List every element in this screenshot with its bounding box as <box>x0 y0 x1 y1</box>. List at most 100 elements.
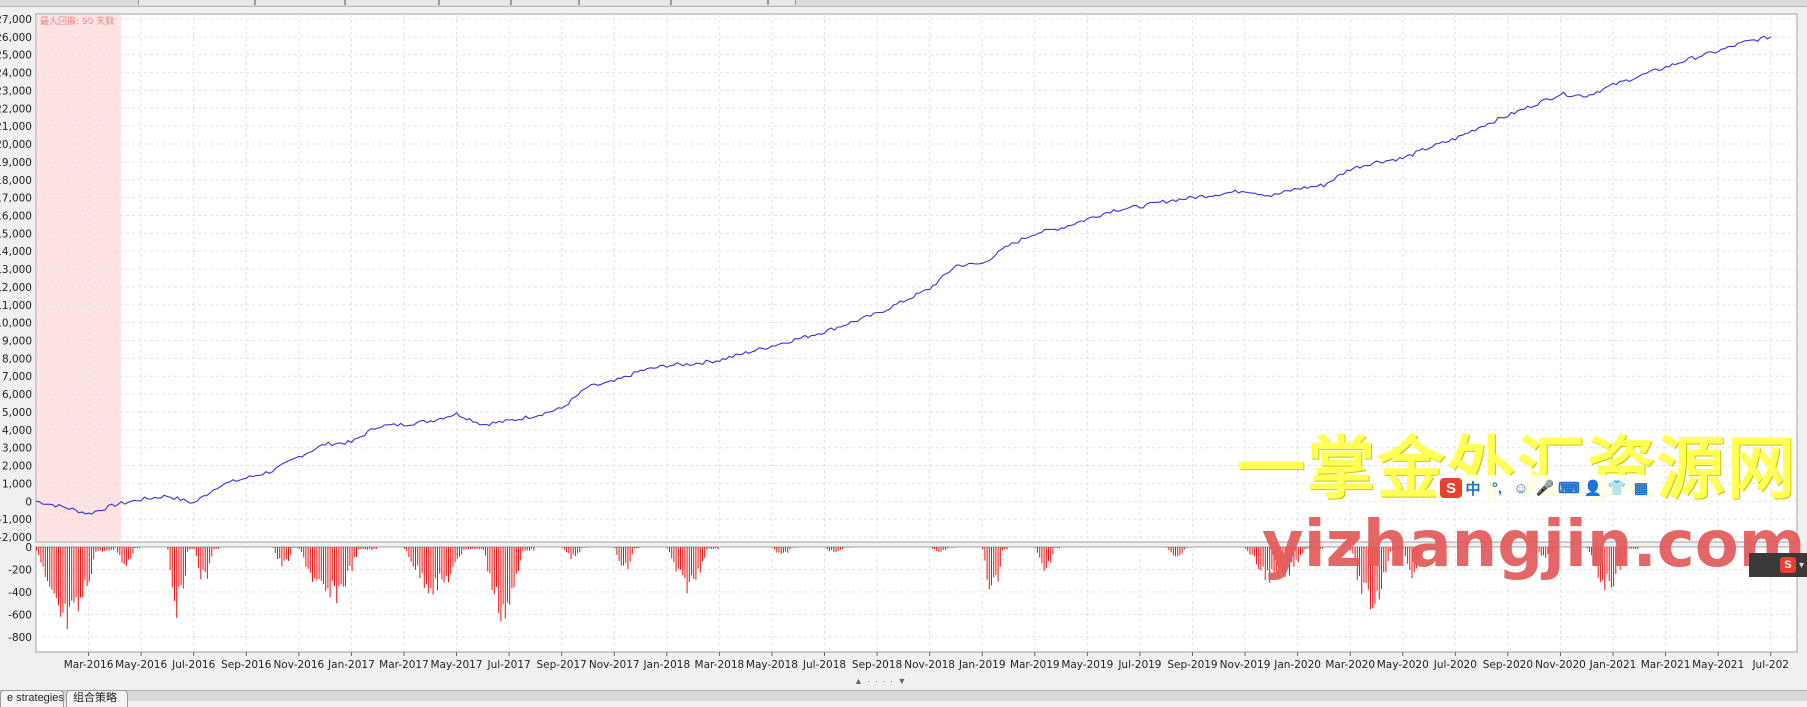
drawdown-bar <box>774 547 776 550</box>
drawdown-bar <box>778 547 780 553</box>
keyboard-icon[interactable]: ⌨ <box>1558 477 1580 499</box>
x-tick-label: Jul-2018 <box>802 659 846 671</box>
drawdown-bar <box>502 547 504 605</box>
top-tab[interactable] <box>345 0 439 5</box>
drawdown-bar <box>463 547 465 550</box>
drawdown-bar <box>426 547 427 585</box>
ime-toolbar[interactable]: S 中 °, ☺ 🎤 ⌨ 👤 👕 ▦ <box>1436 475 1658 501</box>
drawdown-bar <box>274 547 276 553</box>
drawdown-bar <box>40 547 42 563</box>
tab-strategies[interactable]: e strategies <box>0 690 64 707</box>
drawdown-bar <box>215 547 217 549</box>
drawdown-bar <box>174 547 175 602</box>
drawdown-bar <box>285 547 287 560</box>
drawdown-bar <box>91 547 92 574</box>
drawdown-bar <box>614 547 616 548</box>
microphone-icon[interactable]: 🎤 <box>1534 477 1556 499</box>
drawdown-bar <box>673 547 675 563</box>
drawdown-bar <box>771 547 773 548</box>
drawdown-bar <box>364 547 366 550</box>
x-tick-label: Sep-2019 <box>1167 659 1217 671</box>
drawdown-bar <box>563 547 565 550</box>
drawdown-bar <box>478 547 480 550</box>
drawdown-bar <box>496 547 497 587</box>
max-drawdown-highlight <box>37 15 121 541</box>
drawdown-bar <box>1249 547 1251 555</box>
top-tab[interactable] <box>138 0 255 5</box>
chinese-mode-icon[interactable]: 中 <box>1462 477 1484 499</box>
punctuation-icon[interactable]: °, <box>1486 477 1508 499</box>
chevron-down-icon[interactable]: ▾ <box>1799 560 1804 571</box>
panel-splitter[interactable]: ▲ · · · · ▼ <box>854 676 907 686</box>
sogou-logo-icon[interactable]: S <box>1440 478 1462 498</box>
drawdown-bar <box>367 547 368 550</box>
drawdown-bar <box>55 547 57 598</box>
drawdown-bar <box>432 547 434 595</box>
x-tick-label: Mar-2020 <box>1325 659 1375 671</box>
drawdown-bar <box>1183 547 1185 550</box>
drawdown-bar <box>620 547 622 566</box>
drawdown-bar <box>1039 547 1041 558</box>
drawdown-bar <box>999 547 1001 567</box>
drawdown-bar <box>301 547 302 552</box>
drawdown-bar <box>1251 547 1253 555</box>
drawdown-bar <box>362 547 364 549</box>
drawdown-bar <box>167 547 169 550</box>
drawdown-bar <box>406 547 408 552</box>
emoji-icon[interactable]: ☺ <box>1510 477 1532 499</box>
drawdown-bar <box>110 547 112 550</box>
drawdown-bar <box>625 547 627 563</box>
top-tab[interactable] <box>255 0 345 5</box>
drawdown-bar <box>938 547 940 553</box>
drawdown-bar <box>62 547 64 613</box>
drawdown-bar <box>686 547 688 594</box>
drawdown-bar <box>693 547 695 579</box>
skin-icon[interactable]: 👕 <box>1606 477 1628 499</box>
drawdown-bar <box>298 547 300 549</box>
toolbox-icon[interactable]: ▦ <box>1630 477 1652 499</box>
ime-mini-bar[interactable]: S ▾ <box>1749 553 1807 577</box>
drawdown-bar <box>828 547 830 552</box>
tab-portfolio-strategy[interactable]: 组合策略 <box>66 690 128 707</box>
drawdown-bar <box>791 547 793 548</box>
drawdown-bar <box>125 547 127 566</box>
equity-y-tick-label: 14,000 <box>0 246 32 258</box>
equity-y-tick-label: -1,000 <box>0 514 32 526</box>
bottom-tab-strip <box>0 690 1807 701</box>
drawdown-bar <box>340 547 342 585</box>
x-tick-label: Jan-2018 <box>642 659 690 671</box>
drawdown-bar <box>171 547 173 588</box>
top-tab[interactable] <box>439 0 511 5</box>
drawdown-bar <box>294 547 296 548</box>
drawdown-bar <box>123 547 125 565</box>
drawdown-bar <box>984 547 986 561</box>
top-tab[interactable] <box>511 0 579 5</box>
top-tab[interactable] <box>671 0 768 5</box>
drawdown-bar <box>202 547 204 570</box>
top-tab[interactable] <box>579 0 671 5</box>
sogou-mini-icon[interactable]: S <box>1779 557 1796 573</box>
drawdown-bar <box>191 547 193 550</box>
x-tick-label: Jul-2017 <box>487 659 531 671</box>
drawdown-bar <box>1004 547 1006 549</box>
drawdown-bar <box>481 547 482 549</box>
user-icon[interactable]: 👤 <box>1582 477 1604 499</box>
drawdown-bar <box>682 547 684 576</box>
drawdown-bar <box>75 547 77 598</box>
drawdown-bar <box>498 547 500 613</box>
drawdown-bar <box>699 547 701 573</box>
drawdown-bar <box>618 547 620 562</box>
drawdown-bar <box>638 547 640 549</box>
drawdown-bar <box>1175 547 1176 557</box>
drawdown-bar <box>320 547 322 581</box>
drawdown-bar <box>518 547 519 571</box>
top-tab[interactable] <box>768 0 796 5</box>
drawdown-bar <box>331 547 333 581</box>
drawdown-bar <box>86 547 88 586</box>
drawdown-bar <box>684 547 686 578</box>
drawdown-bar <box>119 547 121 556</box>
drawdown-bar <box>182 547 184 589</box>
drawdown-bar <box>42 547 44 567</box>
drawdown-bar <box>489 547 491 574</box>
equity-y-tick-label: 2,000 <box>2 461 32 473</box>
